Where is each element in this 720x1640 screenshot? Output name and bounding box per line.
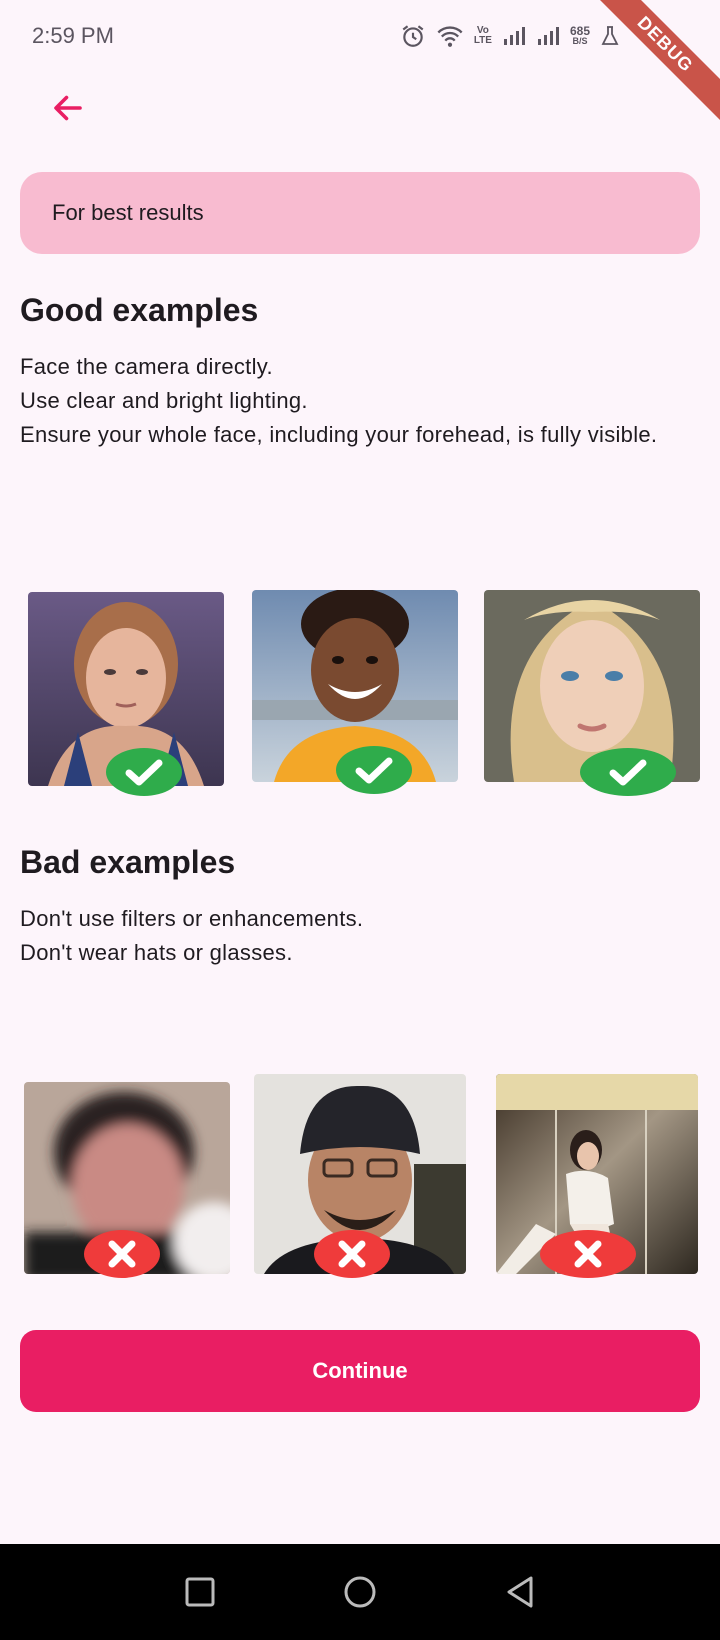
good-examples-text: Face the camera directly. Use clear and … [20,350,700,452]
good-examples-photos [0,590,720,810]
check-icon [355,757,393,784]
triangle-back-icon [507,1576,533,1608]
x-icon [108,1240,136,1268]
signal-icon [503,27,525,45]
system-nav-bar [0,1544,720,1640]
info-banner-text: For best results [52,200,204,225]
alarm-icon [402,25,424,47]
good-line: Use clear and bright lighting. [20,388,308,413]
status-bar: 2:59 PM Vo LTE 685 B/S [0,0,720,72]
bad-line: Don't wear hats or glasses. [20,940,293,965]
circle-icon [344,1576,376,1608]
bad-badge [314,1230,390,1278]
check-icon [609,759,647,786]
back-nav-button[interactable] [496,1568,544,1616]
home-button[interactable] [336,1568,384,1616]
bad-badge [84,1230,160,1278]
volte-icon: Vo LTE [473,25,492,46]
recents-button[interactable] [176,1568,224,1616]
wifi-icon [437,26,463,47]
arrow-left-icon [54,95,82,121]
status-time: 2:59 PM [32,23,114,48]
bad-examples-text: Don't use filters or enhancements. Don't… [20,902,700,970]
good-line: Face the camera directly. [20,354,273,379]
info-banner: For best results [20,172,700,254]
good-badge [580,748,676,796]
bad-examples-title: Bad examples [20,844,236,880]
signal-icon-2 [537,27,559,45]
back-button[interactable] [44,84,92,132]
status-icons: Vo LTE 685 B/S [400,23,620,49]
flask-icon [601,26,619,45]
good-example-photo-3 [484,590,700,782]
good-badge [336,746,412,794]
check-icon [125,759,163,786]
square-icon [185,1577,215,1607]
good-examples-title: Good examples [20,292,259,328]
continue-button[interactable]: Continue [20,1330,700,1412]
network-speed: 685 B/S [569,24,590,46]
bad-examples-photos [0,1074,720,1294]
bad-badge [540,1230,636,1278]
x-icon [338,1240,366,1268]
good-line: Ensure your whole face, including your f… [20,422,658,447]
x-icon [574,1240,602,1268]
bad-line: Don't use filters or enhancements. [20,906,364,931]
good-badge [106,748,182,796]
